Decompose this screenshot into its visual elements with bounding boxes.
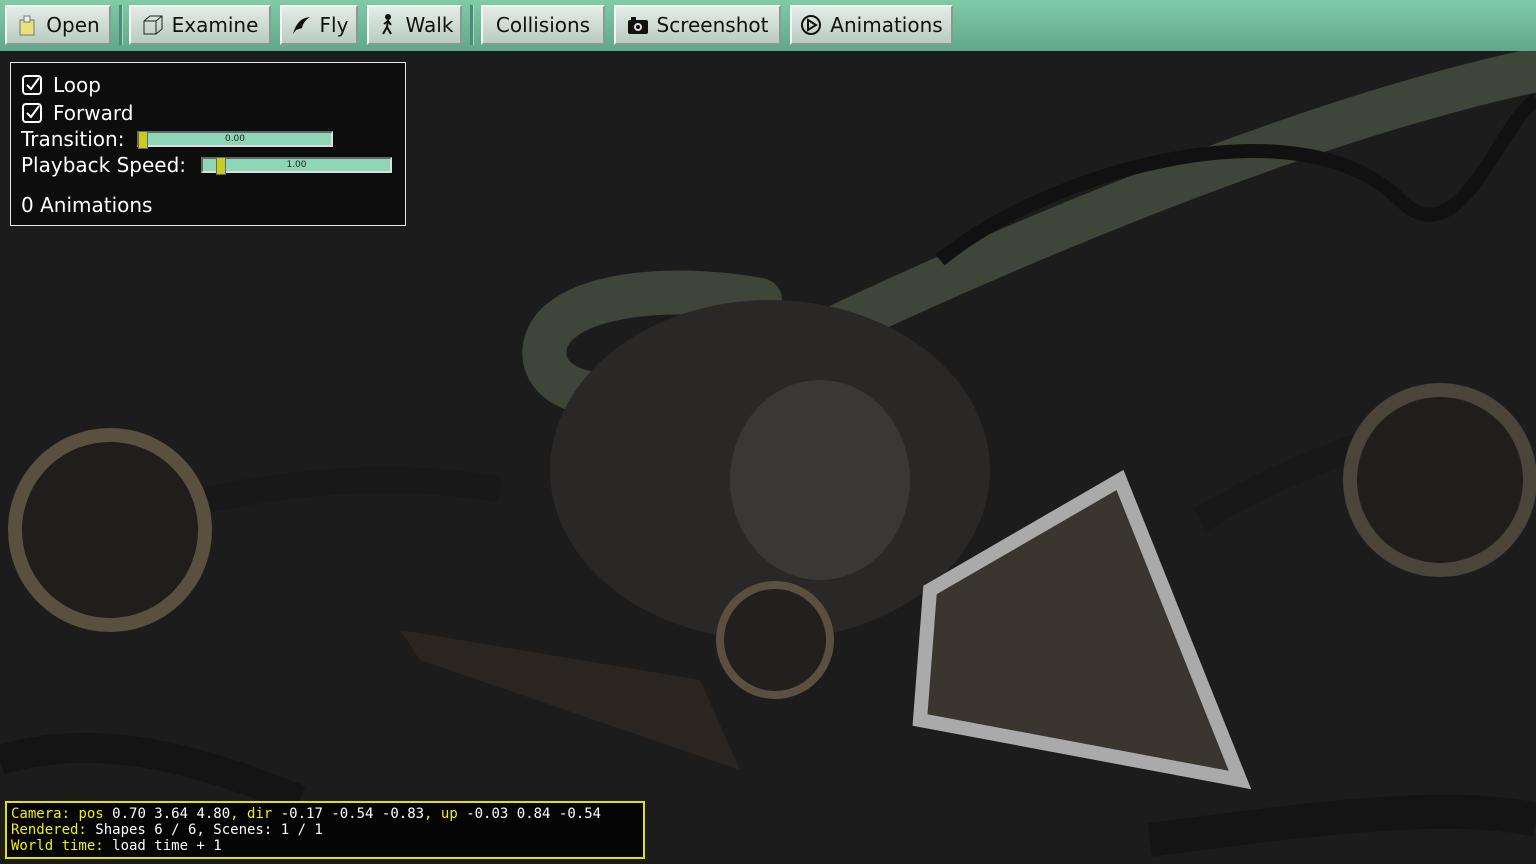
slider-thumb[interactable] — [216, 157, 226, 175]
cube-icon — [143, 15, 163, 35]
play-circle-icon — [801, 15, 822, 35]
camera-line: Camera: pos 0.70 3.64 4.80, dir -0.17 -0… — [11, 806, 639, 822]
loop-checkbox[interactable]: Loop — [21, 73, 101, 97]
playback-speed-value: 1.00 — [286, 160, 307, 170]
checkbox-checked-icon — [22, 75, 42, 95]
pos-label: pos — [70, 806, 104, 822]
screenshot-button[interactable]: Screenshot — [614, 5, 781, 45]
folder-icon — [19, 15, 35, 36]
toolbar: Open Examine Fly Walk Collisions Screens… — [0, 0, 1536, 51]
camera-pos: 0.70 3.64 4.80 — [103, 806, 231, 822]
loop-label: Loop — [53, 73, 101, 97]
camera-dir: -0.17 -0.54 -0.83 — [272, 806, 425, 822]
collisions-label: Collisions — [495, 13, 591, 37]
camera-icon — [627, 17, 648, 34]
rendered-value: Shapes 6 / 6, Scenes: 1 / 1 — [86, 822, 323, 838]
playback-speed-label: Playback Speed: — [21, 153, 187, 177]
walk-button[interactable]: Walk — [367, 5, 462, 45]
open-button[interactable]: Open — [5, 5, 111, 45]
examine-label: Examine — [171, 13, 259, 37]
fly-button[interactable]: Fly — [280, 5, 358, 45]
walk-label: Walk — [405, 13, 454, 37]
animations-label: Animations — [830, 13, 943, 37]
world-time-line: World time: load time + 1 — [11, 838, 639, 854]
slider-thumb[interactable] — [138, 131, 148, 149]
camera-up: -0.03 0.84 -0.54 — [457, 806, 602, 822]
animations-panel: Loop Forward Transition: 0.00 Playback S… — [10, 62, 406, 226]
transition-value: 0.00 — [224, 134, 246, 144]
transition-label: Transition: — [21, 127, 125, 151]
open-label: Open — [46, 13, 100, 37]
fly-label: Fly — [319, 13, 349, 37]
checkbox-checked-icon — [22, 103, 42, 123]
collisions-button[interactable]: Collisions — [481, 5, 605, 45]
animations-button[interactable]: Animations — [790, 5, 953, 45]
toolbar-separator — [470, 5, 474, 45]
walking-person-icon — [381, 14, 392, 35]
rendered-line: Rendered: Shapes 6 / 6, Scenes: 1 / 1 — [11, 822, 639, 838]
rendered-label: Rendered: — [11, 822, 87, 838]
forward-label: Forward — [53, 101, 134, 125]
dir-label: , dir — [230, 806, 273, 822]
world-time-value: load time + 1 — [103, 838, 222, 854]
camera-label: Camera: — [11, 806, 71, 822]
transition-slider[interactable]: 0.00 — [137, 131, 333, 149]
toolbar-separator — [119, 5, 123, 45]
world-time-label: World time: — [11, 838, 104, 854]
forward-checkbox[interactable]: Forward — [21, 101, 133, 125]
animations-count: 0 Animations — [21, 193, 153, 217]
bird-icon — [292, 17, 310, 34]
examine-button[interactable]: Examine — [129, 5, 271, 45]
status-overlay: Camera: pos 0.70 3.64 4.80, dir -0.17 -0… — [5, 801, 645, 859]
up-label: , up — [424, 806, 458, 822]
screenshot-label: Screenshot — [656, 13, 769, 37]
playback-speed-slider[interactable]: 1.00 — [201, 157, 392, 175]
